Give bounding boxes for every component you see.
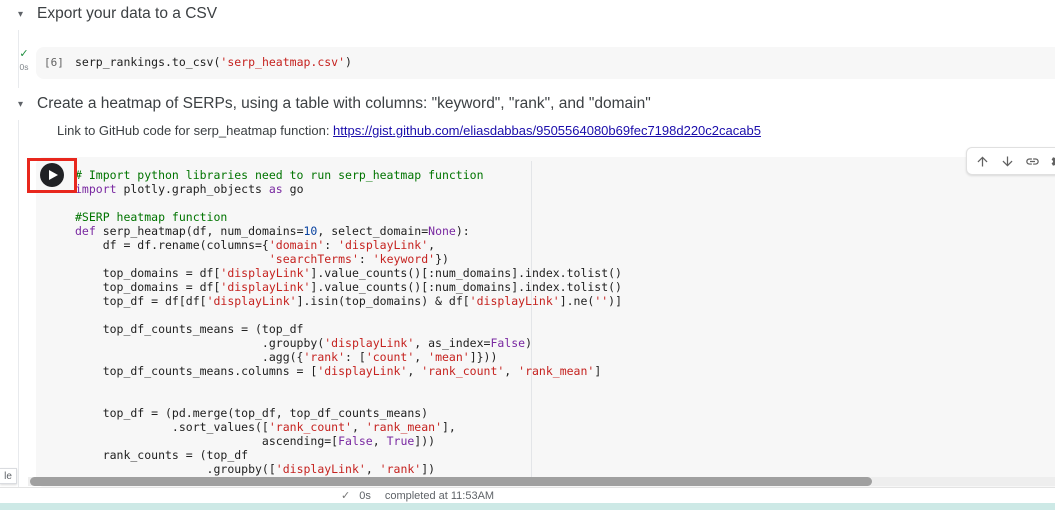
- execution-count: [6]: [44, 56, 64, 69]
- github-gist-link[interactable]: https://gist.github.com/eliasdabbas/9505…: [333, 123, 761, 138]
- gear-icon: [1051, 156, 1055, 166]
- link-icon: [1025, 157, 1039, 165]
- code-editor[interactable]: # Import python libraries need to run se…: [75, 168, 622, 476]
- collapse-arrow-icon[interactable]: ▾: [18, 9, 28, 20]
- move-cell-down-button[interactable]: [998, 152, 1016, 170]
- code-editor[interactable]: serp_rankings.to_csv('serp_heatmap.csv'): [75, 55, 352, 69]
- horizontal-scrollbar-thumb[interactable]: [30, 477, 872, 486]
- code-cell-export-csv[interactable]: [6] serp_rankings.to_csv('serp_heatmap.c…: [36, 47, 1055, 79]
- success-check-icon: ✓: [19, 48, 29, 60]
- footer-check-icon: ✓: [341, 490, 351, 502]
- footer-runtime: 0s: [359, 489, 371, 502]
- play-icon: [49, 170, 58, 180]
- arrow-upward-icon: [977, 156, 987, 166]
- arrow-downward-icon: [1002, 156, 1012, 166]
- horizontal-scrollbar-track[interactable]: [28, 477, 1055, 486]
- github-link-line: Link to GitHub code for serp_heatmap fun…: [57, 123, 761, 138]
- run-cell-button[interactable]: [40, 163, 64, 187]
- colab-notebook-page: ▾ Export your data to a CSV ✓ 0s [6] ser…: [0, 0, 1055, 510]
- footer-completed-text: completed at 11:53AM: [384, 489, 495, 502]
- cell-settings-button[interactable]: [1048, 152, 1055, 170]
- github-link-label: Link to GitHub code for serp_heatmap fun…: [57, 123, 334, 138]
- cell-run-status: ✓ 0s: [13, 49, 35, 72]
- section-header-export-csv[interactable]: ▾ Export your data to a CSV: [18, 5, 217, 23]
- move-cell-up-button[interactable]: [973, 152, 991, 170]
- bottom-strip: [0, 503, 1055, 510]
- section-header-heatmap[interactable]: ▾ Create a heatmap of SERPs, using a tab…: [18, 95, 651, 113]
- code-cell-serp-heatmap[interactable]: # Import python libraries need to run se…: [36, 157, 1055, 487]
- collapse-arrow-icon[interactable]: ▾: [18, 99, 28, 110]
- cell-runtime: 0s: [19, 62, 29, 72]
- section-title: Create a heatmap of SERPs, using a table…: [37, 95, 651, 112]
- clipped-side-panel-button[interactable]: le: [0, 468, 17, 484]
- cell-toolbar: [966, 147, 1055, 175]
- section-guide-line: [18, 120, 19, 488]
- copy-link-to-cell-button[interactable]: [1023, 152, 1041, 170]
- execution-status-bar: ✓ 0s completed at 11:53AM: [0, 487, 1055, 503]
- section-title: Export your data to a CSV: [37, 5, 218, 22]
